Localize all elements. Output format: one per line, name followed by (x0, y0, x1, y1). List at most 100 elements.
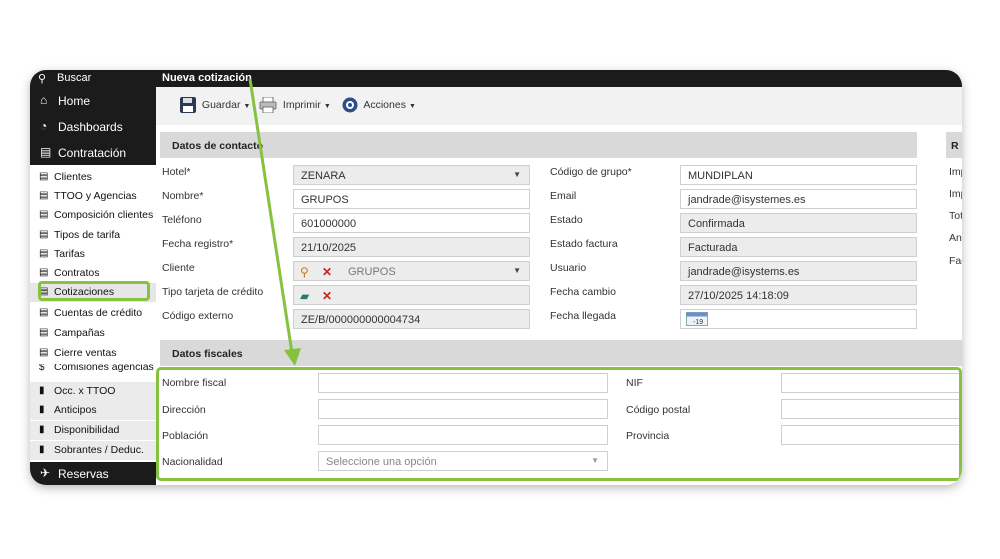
sidebar-item-campanas[interactable]: ▤ Campañas (30, 324, 156, 343)
estado-factura-field: Facturada (680, 237, 917, 257)
codigo-postal-field[interactable] (781, 399, 962, 419)
nombre-label: Nombre* (162, 190, 204, 202)
tarjeta-field[interactable]: ▰ ✕ (293, 285, 530, 305)
sidebar-item-dashboards[interactable]: ◔ Dashboards (30, 113, 156, 139)
fecha-cambio-field: 27/10/2025 14:18:09 (680, 285, 917, 305)
sidebar-item-disponibilidad[interactable]: ▮ Disponibilidad (30, 421, 156, 440)
nacionalidad-placeholder: Seleccione una opción (326, 456, 437, 468)
telefono-field[interactable]: 601000000 (293, 213, 530, 233)
calendar-icon[interactable]: -19 (686, 312, 708, 326)
sidebar-item-label: Clientes (54, 171, 92, 183)
cliente-select[interactable]: ⚲ ✕ GRUPOS ▼ (293, 261, 530, 281)
fiscal-section-header: Datos fiscales (160, 340, 962, 366)
actions-button[interactable]: Acciones ▼ (342, 97, 416, 115)
usuario-value: jandrade@isystems.es (688, 266, 800, 278)
codigo-grupo-field[interactable]: MUNDIPLAN (680, 165, 917, 185)
credit-card-icon[interactable]: ▰ (300, 289, 309, 303)
provincia-field[interactable] (781, 425, 962, 445)
sidebar-item-label: Sobrantes / Deduc. (54, 444, 144, 456)
codigo-grupo-value: MUNDIPLAN (688, 170, 753, 182)
sidebar-item-cuentas-credito[interactable]: ▤ Cuentas de crédito (30, 304, 156, 323)
sidebar-item-composicion-clientes[interactable]: ▤ Composición clientes (30, 206, 156, 225)
sidebar-item-reservas[interactable]: ✈ Reservas (30, 462, 156, 485)
sidebar-item-home[interactable]: ⌂ Home (30, 87, 156, 113)
sidebar-search[interactable]: ⚲ Buscar (30, 70, 156, 87)
file-icon: ▮ (39, 444, 45, 455)
nacionalidad-select[interactable]: Seleccione una opción ▼ (318, 451, 608, 471)
chevron-down-icon: ▼ (408, 102, 416, 110)
sidebar-item-label: Campañas (54, 327, 105, 339)
sidebar-item-label: Anticipos (54, 404, 97, 416)
tarjeta-label: Tipo tarjeta de crédito (162, 286, 264, 298)
codigo-grupo-label: Código de grupo* (550, 166, 632, 178)
sidebar-item-tarifas[interactable]: ▤ Tarifas (30, 245, 156, 264)
usuario-label: Usuario (550, 262, 587, 274)
svg-text:-19: -19 (693, 319, 703, 326)
nif-label: NIF (626, 377, 643, 389)
right-panel-label: Fac (949, 255, 962, 267)
section-title: Datos fiscales (172, 348, 243, 360)
sidebar-item-occ-ttoo[interactable]: ▮ Occ. x TTOO (30, 382, 156, 401)
sidebar-item-ttoo-agencias[interactable]: ▤ TTOO y Agencias (30, 187, 156, 206)
dollar-icon: $ (39, 364, 45, 373)
print-button[interactable]: Imprimir ▼ (259, 97, 331, 115)
sidebar-item-label: Reservas (58, 467, 109, 481)
poblacion-field[interactable] (318, 425, 608, 445)
chevron-down-icon: ▼ (323, 102, 331, 110)
sidebar-item-label: Occ. x TTOO (54, 385, 116, 397)
sidebar-item-anticipos[interactable]: ▮ Anticipos (30, 401, 156, 420)
sidebar-item-label: Contratación (58, 146, 127, 160)
sidebar-item-contratos[interactable]: ▤ Contratos (30, 264, 156, 278)
nombre-field[interactable]: GRUPOS (293, 189, 530, 209)
direccion-field[interactable] (318, 399, 608, 419)
codigo-postal-label: Código postal (626, 404, 691, 416)
document-icon: ▤ (39, 327, 49, 338)
sidebar-item-contratacion[interactable]: ▤ Contratación (30, 139, 156, 165)
cliente-label: Cliente (162, 262, 195, 274)
hotel-label: Hotel* (162, 166, 191, 178)
codigo-externo-field: ZE/B/000000000004734 (293, 309, 530, 329)
nombre-fiscal-field[interactable] (318, 373, 608, 393)
page-title-bar: Nueva cotización (156, 70, 962, 87)
fecha-llegada-label: Fecha llegada (550, 310, 616, 322)
clear-icon[interactable]: ✕ (322, 289, 332, 303)
sidebar-item-cotizaciones[interactable]: ▤ Cotizaciones (30, 283, 156, 302)
save-button[interactable]: Guardar ▼ (180, 97, 250, 115)
sidebar-item-label: Cotizaciones (54, 286, 115, 298)
clear-icon[interactable]: ✕ (322, 265, 332, 279)
search-icon: ⚲ (38, 73, 47, 85)
fecha-llegada-field[interactable]: -19 (680, 309, 917, 329)
right-panel-label: Tot (949, 210, 962, 222)
nif-field[interactable] (781, 373, 962, 393)
cliente-value: GRUPOS (348, 266, 396, 278)
file-icon: ▮ (39, 385, 45, 396)
chevron-down-icon: ▼ (513, 170, 521, 179)
sidebar-item-label: Composición clientes (54, 209, 154, 221)
toolbar: Guardar ▼ Imprimir ▼ Acciones ▼ (156, 87, 962, 125)
search-client-icon[interactable]: ⚲ (300, 265, 309, 279)
sidebar-search-label: Buscar (57, 72, 92, 84)
hotel-select[interactable]: ZENARA ▼ (293, 165, 530, 185)
sidebar-item-label: Home (58, 94, 91, 108)
floppy-disk-icon (180, 97, 196, 113)
email-field[interactable]: jandrade@isystemes.es (680, 189, 917, 209)
sidebar-item-label: Dashboards (58, 120, 123, 134)
telefono-value: 601000000 (301, 218, 357, 230)
section-title: Datos de contacto (172, 140, 264, 152)
email-value: jandrade@isystemes.es (688, 194, 806, 206)
fecha-registro-field: 21/10/2025 (293, 237, 530, 257)
sidebar-item-tipos-tarifa[interactable]: ▤ Tipos de tarifa (30, 226, 156, 245)
document-icon: ▤ (39, 209, 49, 220)
sidebar-item-clientes[interactable]: ▤ Clientes (30, 168, 156, 187)
right-panel-label: Imp (949, 166, 962, 178)
sidebar-item-label: TTOO y Agencias (54, 190, 137, 202)
estado-factura-value: Facturada (688, 242, 738, 254)
sidebar-item-sobrantes[interactable]: ▮ Sobrantes / Deduc. (30, 441, 156, 460)
nombre-fiscal-label: Nombre fiscal (162, 377, 227, 389)
print-label: Imprimir (282, 98, 321, 111)
chevron-down-icon: ▼ (513, 266, 521, 275)
sidebar-item-comisiones-agencias[interactable]: $ Comisiones agencias (30, 364, 156, 375)
fecha-registro-value: 21/10/2025 (301, 242, 357, 254)
codigo-externo-value: ZE/B/000000000004734 (301, 314, 421, 326)
sidebar-item-cierre-ventas[interactable]: ▤ Cierre ventas (30, 344, 156, 363)
